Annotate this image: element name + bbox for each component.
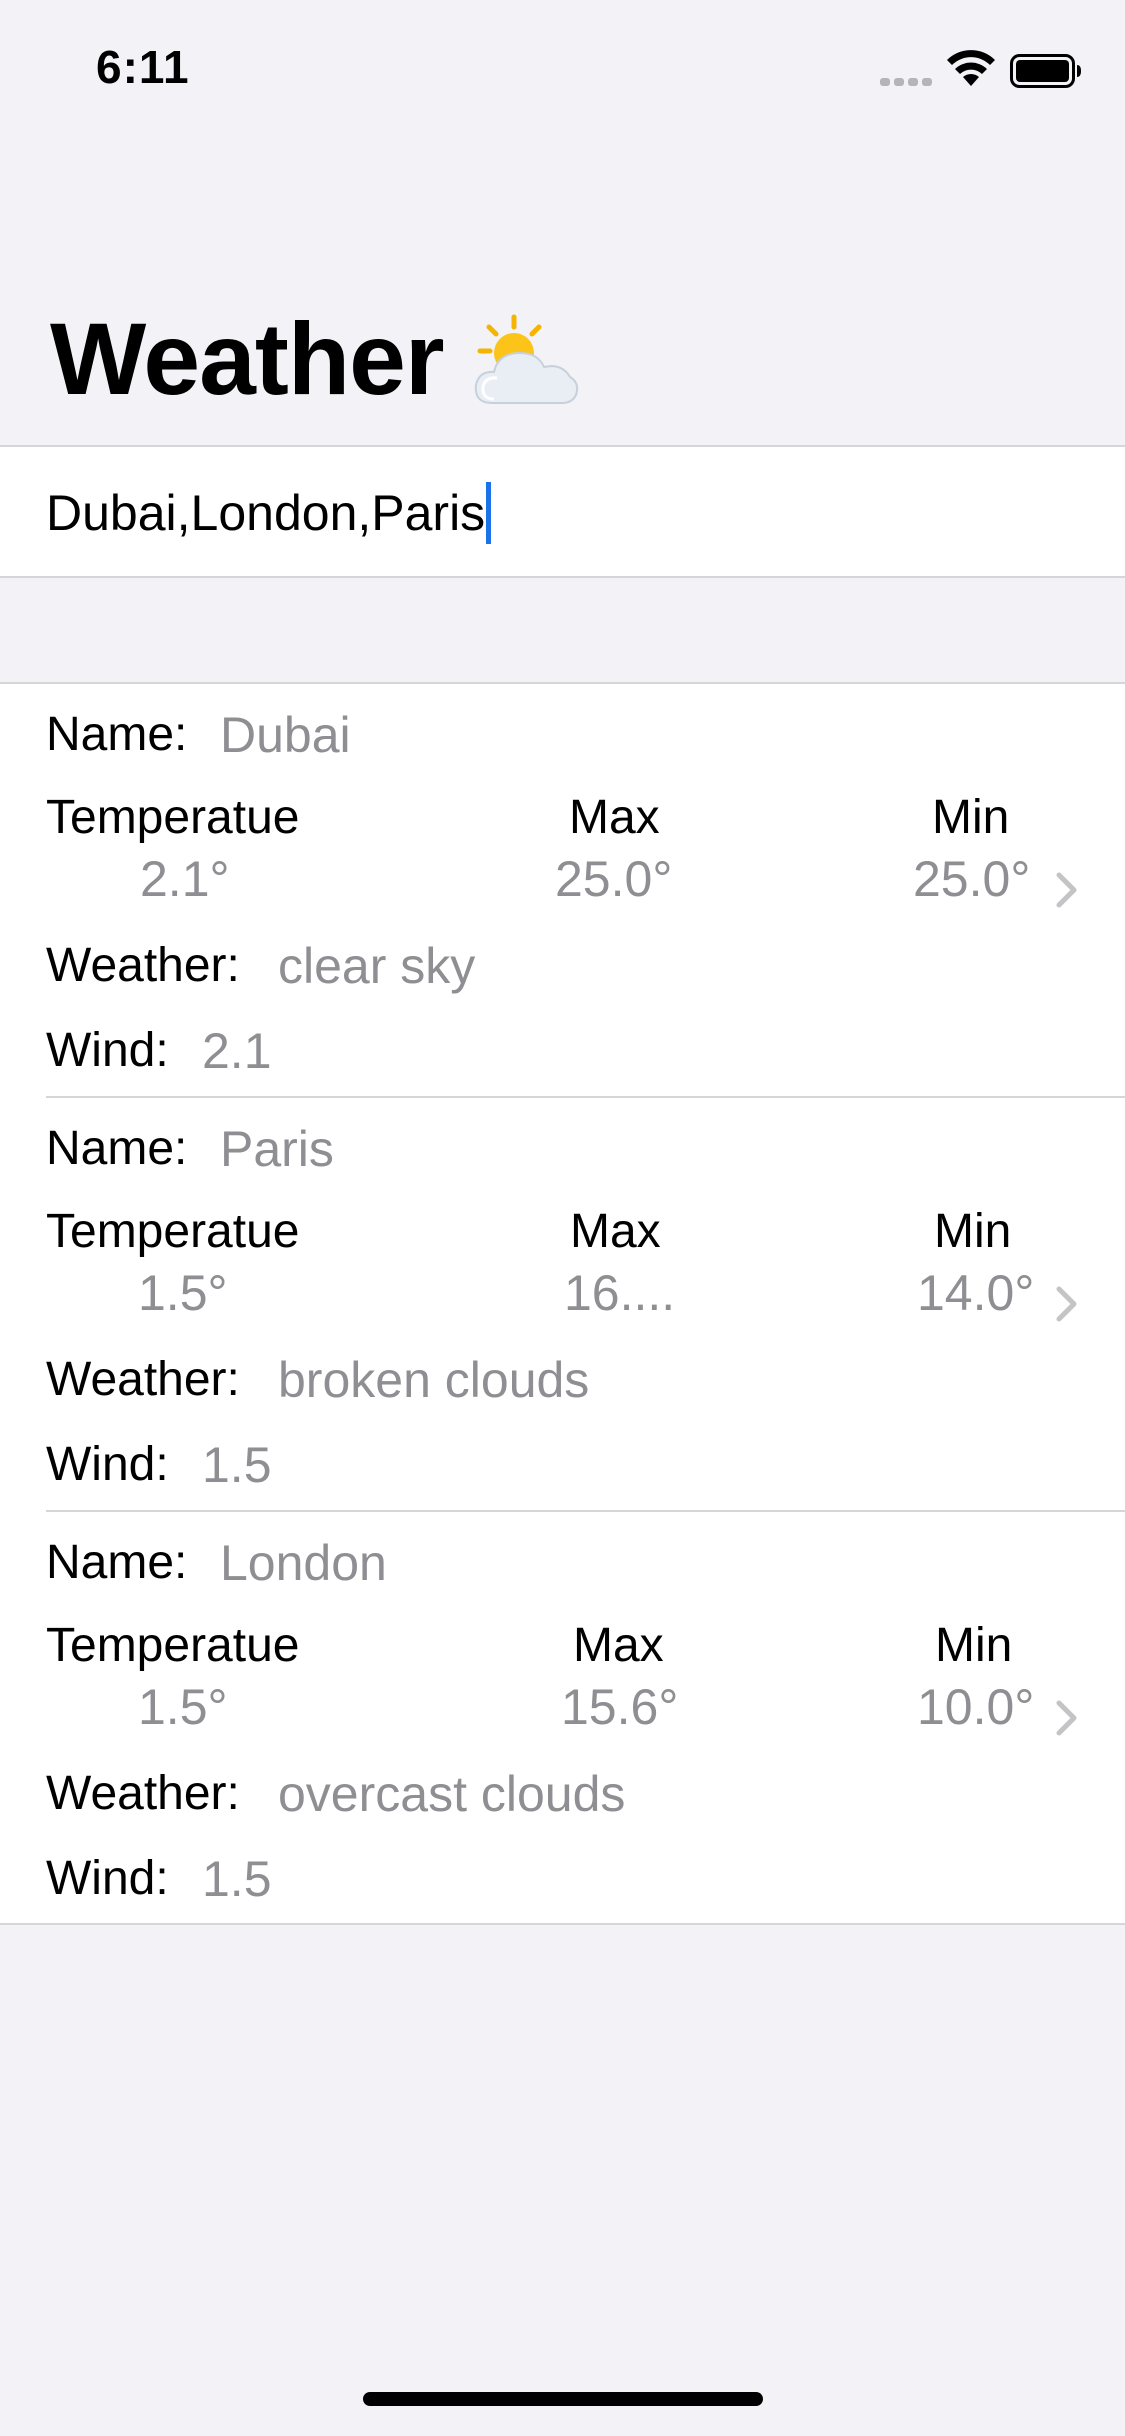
min-value: 10.0° <box>917 1679 1035 1735</box>
temperature-value: 2.1° <box>140 851 230 907</box>
weather-description: overcast clouds <box>278 1766 626 1822</box>
name-label: Name: <box>46 1122 188 1175</box>
temperature-value: 1.5° <box>138 1679 228 1735</box>
wind-label: Wind: <box>46 1438 169 1491</box>
city-search-value: Dubai,London,Paris <box>46 485 486 541</box>
max-value: 25.0° <box>555 851 673 907</box>
max-value: 15.6° <box>561 1679 679 1735</box>
name-label: Name: <box>46 708 188 761</box>
battery-icon <box>1010 54 1081 88</box>
temperature-value: 1.5° <box>138 1265 228 1321</box>
city-name: London <box>220 1535 387 1591</box>
weather-label: Weather: <box>46 1353 240 1406</box>
min-label: Min <box>932 791 1010 844</box>
status-time: 6:11 <box>96 41 190 93</box>
city-name: Dubai <box>220 707 351 763</box>
weather-list: Name: Dubai Temperatue Max Min 2.1° 25.0… <box>0 682 1125 1925</box>
min-label: Min <box>935 1619 1013 1672</box>
city-search-row: Dubai,London,Paris <box>0 445 1125 578</box>
weather-description: broken clouds <box>278 1352 590 1408</box>
city-name: Paris <box>220 1121 334 1177</box>
min-label: Min <box>934 1205 1012 1258</box>
weather-label: Weather: <box>46 939 240 992</box>
weather-row-dubai[interactable]: Name: Dubai Temperatue Max Min 2.1° 25.0… <box>0 684 1125 1098</box>
status-bar: 6:11 <box>0 0 1125 140</box>
wind-label: Wind: <box>46 1024 169 1077</box>
home-indicator[interactable] <box>363 2392 763 2406</box>
wind-value: 2.1 <box>202 1023 272 1079</box>
wind-value: 1.5 <box>202 1437 272 1493</box>
max-label: Max <box>569 791 660 844</box>
page-title: Weather <box>50 308 580 410</box>
max-label: Max <box>573 1619 664 1672</box>
city-search-input[interactable]: Dubai,London,Paris <box>46 475 1086 551</box>
max-value: 16.... <box>564 1265 676 1321</box>
min-value: 25.0° <box>913 851 1031 907</box>
name-label: Name: <box>46 1536 188 1589</box>
temperature-label: Temperatue <box>46 1205 300 1258</box>
weather-row-london[interactable]: Name: London Temperatue Max Min 1.5° 15.… <box>0 1512 1125 1926</box>
temperature-label: Temperatue <box>46 791 300 844</box>
wifi-icon <box>947 50 995 86</box>
weather-label: Weather: <box>46 1767 240 1820</box>
page-title-text: Weather <box>50 302 445 416</box>
min-value: 14.0° <box>917 1265 1035 1321</box>
chevron-right-icon <box>1056 1286 1077 1322</box>
weather-row-paris[interactable]: Name: Paris Temperatue Max Min 1.5° 16..… <box>0 1098 1125 1512</box>
text-caret <box>486 481 492 544</box>
chevron-right-icon <box>1056 1700 1077 1736</box>
weather-description: clear sky <box>278 938 476 994</box>
weather-screen: 6:11 Weather Dubai,London,Paris Name: Du… <box>0 0 1125 2436</box>
wind-value: 1.5 <box>202 1851 272 1907</box>
cellular-signal-icon <box>880 72 934 86</box>
wind-label: Wind: <box>46 1852 169 1905</box>
max-label: Max <box>570 1205 661 1258</box>
temperature-label: Temperatue <box>46 1619 300 1672</box>
chevron-right-icon <box>1056 872 1077 908</box>
sun-behind-cloud-icon <box>474 314 578 404</box>
